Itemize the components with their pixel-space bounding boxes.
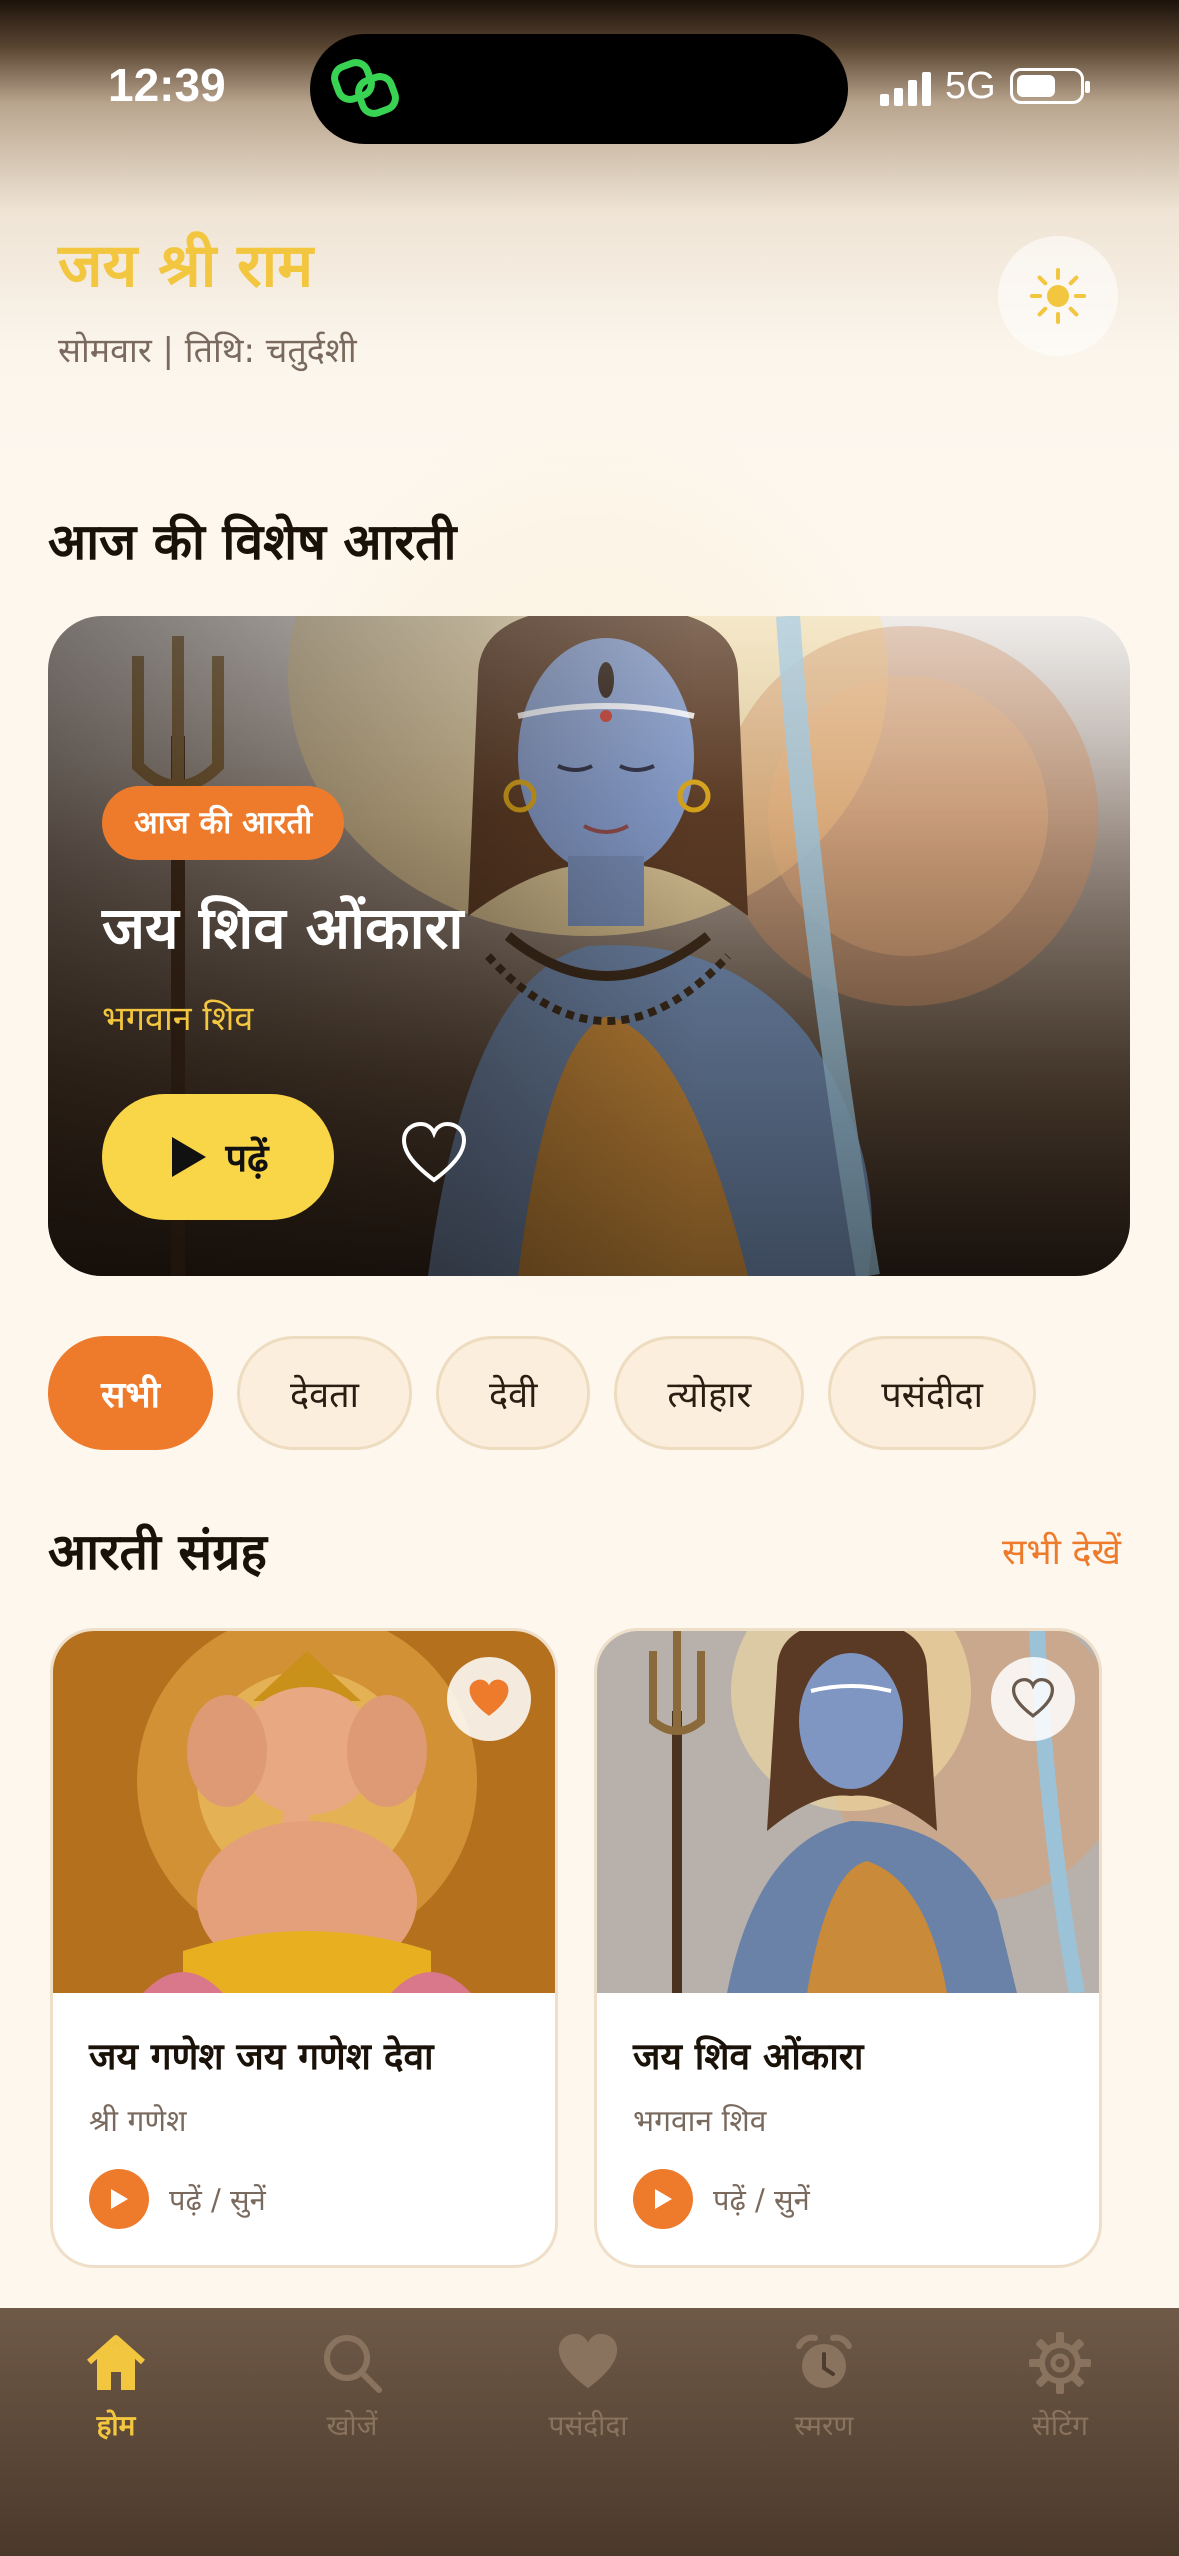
nav-label: खोजें	[326, 2409, 378, 2442]
nav-favorites[interactable]: पसंदीदा	[508, 2330, 668, 2470]
featured-aarti-card[interactable]: आज की आरती जय शिव ओंकारा भगवान शिव पढ़ें	[48, 616, 1130, 1276]
play-icon	[633, 2169, 693, 2229]
featured-section-title: आज की विशेष आरती	[48, 513, 457, 571]
favorite-heart-icon[interactable]	[400, 1120, 468, 1188]
heart-outline-icon	[1011, 1677, 1055, 1718]
dynamic-island	[310, 34, 848, 144]
read-button[interactable]: पढ़ें	[102, 1094, 334, 1220]
chip-devta[interactable]: देवता	[236, 1336, 412, 1450]
nav-reminder[interactable]: स्मरण	[744, 2330, 904, 2470]
link-rings-icon	[331, 59, 399, 117]
search-icon	[324, 2335, 382, 2393]
card-deity: भगवान शिव	[633, 2104, 767, 2139]
today-badge: आज की आरती	[102, 786, 345, 860]
signal-icon	[880, 66, 931, 106]
status-time: 12:39	[108, 59, 226, 111]
sun-icon	[1030, 268, 1086, 324]
card-deity: श्री गणेश	[89, 2104, 187, 2139]
status-indicators: 5G	[880, 64, 1090, 108]
featured-deity: भगवान शिव	[102, 999, 254, 1039]
gear-icon	[1029, 2332, 1091, 2394]
card-action-label: पढ़ें / सुनें	[169, 2182, 266, 2217]
heart-filled-icon	[469, 1679, 509, 1716]
collection-section-title: आरती संग्रह	[48, 1523, 267, 1581]
date-tithi: सोमवार | तिथि: चतुर्दशी	[58, 331, 357, 371]
read-button-label: पढ़ें	[225, 1136, 269, 1180]
category-filter-chips: सभी देवता देवी त्योहार पसंदीदा	[48, 1336, 1036, 1450]
aarti-card-shiva[interactable]: जय शिव ओंकारा भगवान शिव पढ़ें / सुनें	[594, 1628, 1102, 2268]
card-favorite-button[interactable]	[447, 1657, 531, 1741]
nav-home[interactable]: होम	[36, 2330, 196, 2470]
nav-label: पसंदीदा	[548, 2409, 628, 2442]
battery-icon	[1009, 68, 1090, 104]
featured-title: जय शिव ओंकारा	[102, 894, 464, 962]
heart-icon	[558, 2333, 618, 2389]
card-play-action[interactable]: पढ़ें / सुनें	[633, 2169, 810, 2229]
card-title: जय शिव ओंकारा	[633, 2035, 864, 2078]
theme-toggle-button[interactable]	[998, 236, 1118, 356]
card-title: जय गणेश जय गणेश देवा	[89, 2035, 434, 2078]
greeting-title: जय श्री राम	[58, 231, 314, 301]
chip-all[interactable]: सभी	[48, 1336, 213, 1450]
network-type: 5G	[945, 64, 996, 107]
nav-label: स्मरण	[794, 2409, 854, 2442]
alarm-clock-icon	[796, 2334, 852, 2388]
card-play-action[interactable]: पढ़ें / सुनें	[89, 2169, 266, 2229]
nav-settings[interactable]: सेटिंग	[980, 2330, 1140, 2470]
play-icon	[171, 1137, 206, 1177]
chip-favorites[interactable]: पसंदीदा	[828, 1336, 1036, 1450]
play-icon	[89, 2169, 149, 2229]
nav-label: होम	[96, 2409, 136, 2442]
card-favorite-button[interactable]	[991, 1657, 1075, 1741]
aarti-card-ganesh[interactable]: जय गणेश जय गणेश देवा श्री गणेश पढ़ें / स…	[50, 1628, 558, 2268]
nav-label: सेटिंग	[1031, 2409, 1089, 2442]
card-action-label: पढ़ें / सुनें	[713, 2182, 810, 2217]
home-icon	[87, 2335, 145, 2390]
see-all-link[interactable]: सभी देखें	[1002, 1526, 1121, 1575]
chip-devi[interactable]: देवी	[435, 1336, 591, 1450]
nav-search[interactable]: खोजें	[272, 2330, 432, 2470]
chip-festival[interactable]: त्योहार	[614, 1336, 805, 1450]
